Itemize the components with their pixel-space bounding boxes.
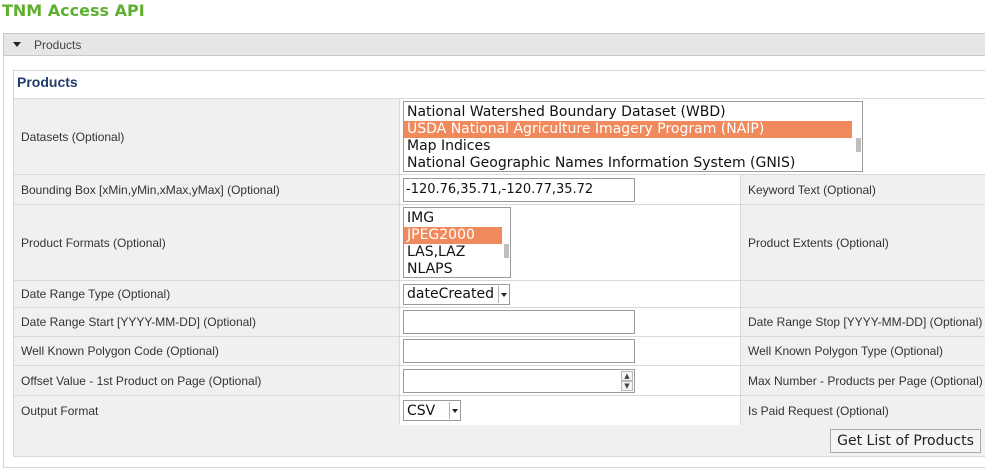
max-number-label: Max Number - Products per Page (Optional… [740, 365, 985, 396]
list-item[interactable]: NLAPS [404, 261, 502, 277]
list-item[interactable]: IMG [404, 210, 502, 227]
app-title: TNM Access API [2, 1, 145, 20]
caret-down-icon [13, 42, 21, 47]
datasets-label: Datasets (Optional) [13, 98, 400, 175]
date-type-select[interactable]: dateCreated [403, 283, 510, 305]
date-type-label: Date Range Type (Optional) [13, 280, 400, 308]
offset-spinner[interactable]: ▲ ▼ [621, 370, 633, 391]
chevron-down-icon [449, 402, 459, 419]
list-item-selected[interactable]: JPEG2000 [404, 227, 502, 244]
bbox-input[interactable]: -120.76,35.71,-120.77,35.72 [403, 177, 635, 202]
list-item[interactable]: National Geographic Names Information Sy… [404, 155, 852, 171]
section-label: Products [34, 37, 82, 52]
paid-request-label: Is Paid Request (Optional) [740, 395, 985, 426]
offset-label: Offset Value - 1st Product on Page (Opti… [13, 365, 400, 396]
output-format-select[interactable]: CSV [403, 400, 461, 421]
get-list-button[interactable]: Get List of Products [830, 429, 981, 453]
polygon-type-label: Well Known Polygon Type (Optional) [740, 336, 985, 366]
date-start-label: Date Range Start [YYYY-MM-DD] (Optional) [13, 307, 400, 337]
date-type-value: dateCreated [407, 286, 494, 302]
formats-label: Product Formats (Optional) [13, 204, 400, 281]
date-start-input[interactable] [403, 310, 635, 334]
output-format-label: Output Format [13, 395, 400, 426]
list-item[interactable]: Map Indices [404, 138, 852, 155]
form-title: Products [13, 70, 985, 99]
products-section-toggle[interactable]: Products [3, 33, 985, 56]
list-item-selected[interactable]: USDA National Agriculture Imagery Progra… [404, 121, 852, 138]
chevron-down-icon [497, 285, 508, 303]
products-form: Datasets (Optional) National Watershed B… [13, 98, 985, 426]
polygon-code-label: Well Known Polygon Code (Optional) [13, 336, 400, 366]
list-item[interactable]: LAS,LAZ [404, 244, 502, 261]
datasets-listbox[interactable]: National Watershed Boundary Dataset (WBD… [403, 101, 863, 172]
extents-label: Product Extents (Optional) [740, 204, 985, 281]
list-item[interactable]: National Watershed Boundary Dataset (WBD… [404, 104, 852, 121]
formats-listbox[interactable]: IMG JPEG2000 LAS,LAZ NLAPS [403, 207, 511, 278]
datasets-scrollbar[interactable] [856, 138, 861, 152]
output-format-value: CSV [407, 402, 436, 419]
formats-scrollbar[interactable] [504, 244, 509, 258]
polygon-code-input[interactable] [403, 339, 635, 363]
spinner-up-icon[interactable]: ▲ [621, 370, 633, 381]
date-stop-label: Date Range Stop [YYYY-MM-DD] (Optional) [740, 307, 985, 337]
offset-input[interactable]: ▲ ▼ [403, 368, 635, 393]
keyword-label: Keyword Text (Optional) [740, 174, 985, 205]
spinner-down-icon[interactable]: ▼ [621, 380, 633, 391]
bbox-label: Bounding Box [xMin,yMin,xMax,yMax] (Opti… [13, 174, 400, 205]
